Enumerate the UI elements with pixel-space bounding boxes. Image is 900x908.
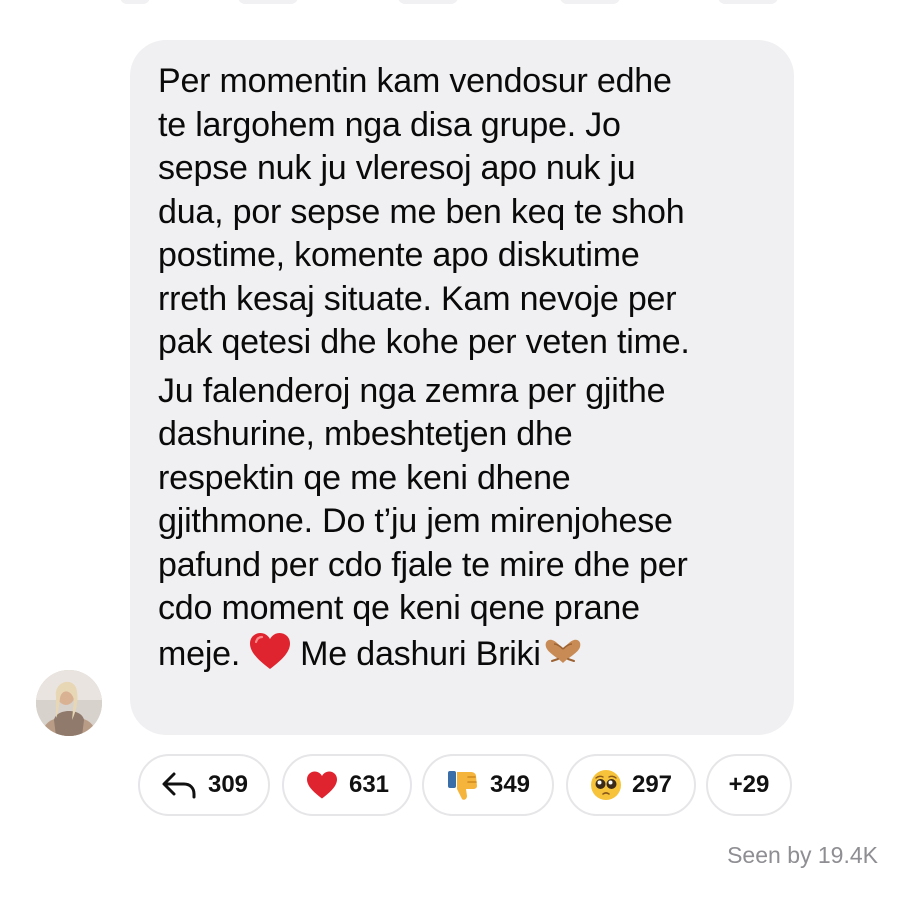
more-reactions-button[interactable]: +29: [706, 754, 792, 816]
message-line: respektin qe me keni dhene: [158, 458, 571, 497]
heart-reaction-button[interactable]: 631: [282, 754, 412, 816]
message-line: Ju falenderoj nga zemra per gjithe: [158, 371, 666, 410]
message-text: meje.: [158, 634, 241, 673]
thumbs-down-reaction-button[interactable]: 349: [422, 754, 554, 816]
pleading-face-reaction-button[interactable]: 297: [566, 754, 696, 816]
message-line: dashurine, mbeshtetjen dhe: [158, 415, 573, 453]
message-paragraph: Ju falenderoj nga zemra per gjithe dashu…: [158, 370, 772, 677]
message-line: Per momentin kam vendosur edhe: [158, 62, 672, 100]
message-line: pafund per cdo fjale te mire dhe per: [158, 545, 688, 584]
avatar-image: [36, 670, 102, 736]
previous-content-fragment: [238, 0, 298, 4]
pleading-face-icon: [590, 770, 621, 800]
heart-count: 631: [348, 771, 390, 798]
thumbs-down-count: 349: [489, 771, 531, 798]
message-line: dua, por sepse me ben keq te shoh: [158, 192, 685, 231]
previous-content-fragment: [718, 0, 778, 4]
reply-count: 309: [207, 771, 249, 798]
message-signature: Me dashuri Briki: [300, 634, 541, 673]
message-line: pak qetesi dhe kohe per veten time.: [158, 323, 690, 361]
sender-avatar[interactable]: [36, 670, 102, 736]
pleading-face-count: 297: [631, 771, 673, 798]
previous-content-fragment: [398, 0, 458, 4]
heart-emoji-icon: [250, 632, 291, 669]
message-line: rreth kesaj situate. Kam nevoje per: [158, 279, 677, 318]
message-line: meje. Me dashuri Briki: [158, 631, 772, 677]
message-line: postime, komente apo diskutime: [158, 236, 640, 274]
previous-content-fragment: [560, 0, 620, 4]
previous-content-fragment: [120, 0, 150, 4]
message-line: sepse nuk ju vleresoj apo nuk ju: [158, 149, 636, 187]
message-bubble[interactable]: Per momentin kam vendosur edhe te largoh…: [130, 40, 794, 735]
more-reactions-count: +29: [728, 771, 770, 798]
reply-arrow-icon: [162, 772, 196, 799]
message-line: te largohem nga disa grupe. Jo: [158, 105, 621, 144]
reply-count-button[interactable]: 309: [138, 754, 270, 816]
reactions-row: 309 631 349 297 +29: [0, 754, 900, 818]
thumbs-down-icon: [447, 771, 477, 800]
message-line: cdo moment qe keni qene prane: [158, 589, 640, 627]
red-heart-icon: [306, 771, 337, 799]
message-line: gjithmone. Do t’ju jem mirenjohese: [158, 502, 673, 540]
heart-hands-emoji-icon: [545, 639, 581, 663]
seen-by-status: Seen by 19.4K: [727, 842, 878, 868]
message-paragraph: Per momentin kam vendosur edhe te largoh…: [158, 60, 772, 365]
